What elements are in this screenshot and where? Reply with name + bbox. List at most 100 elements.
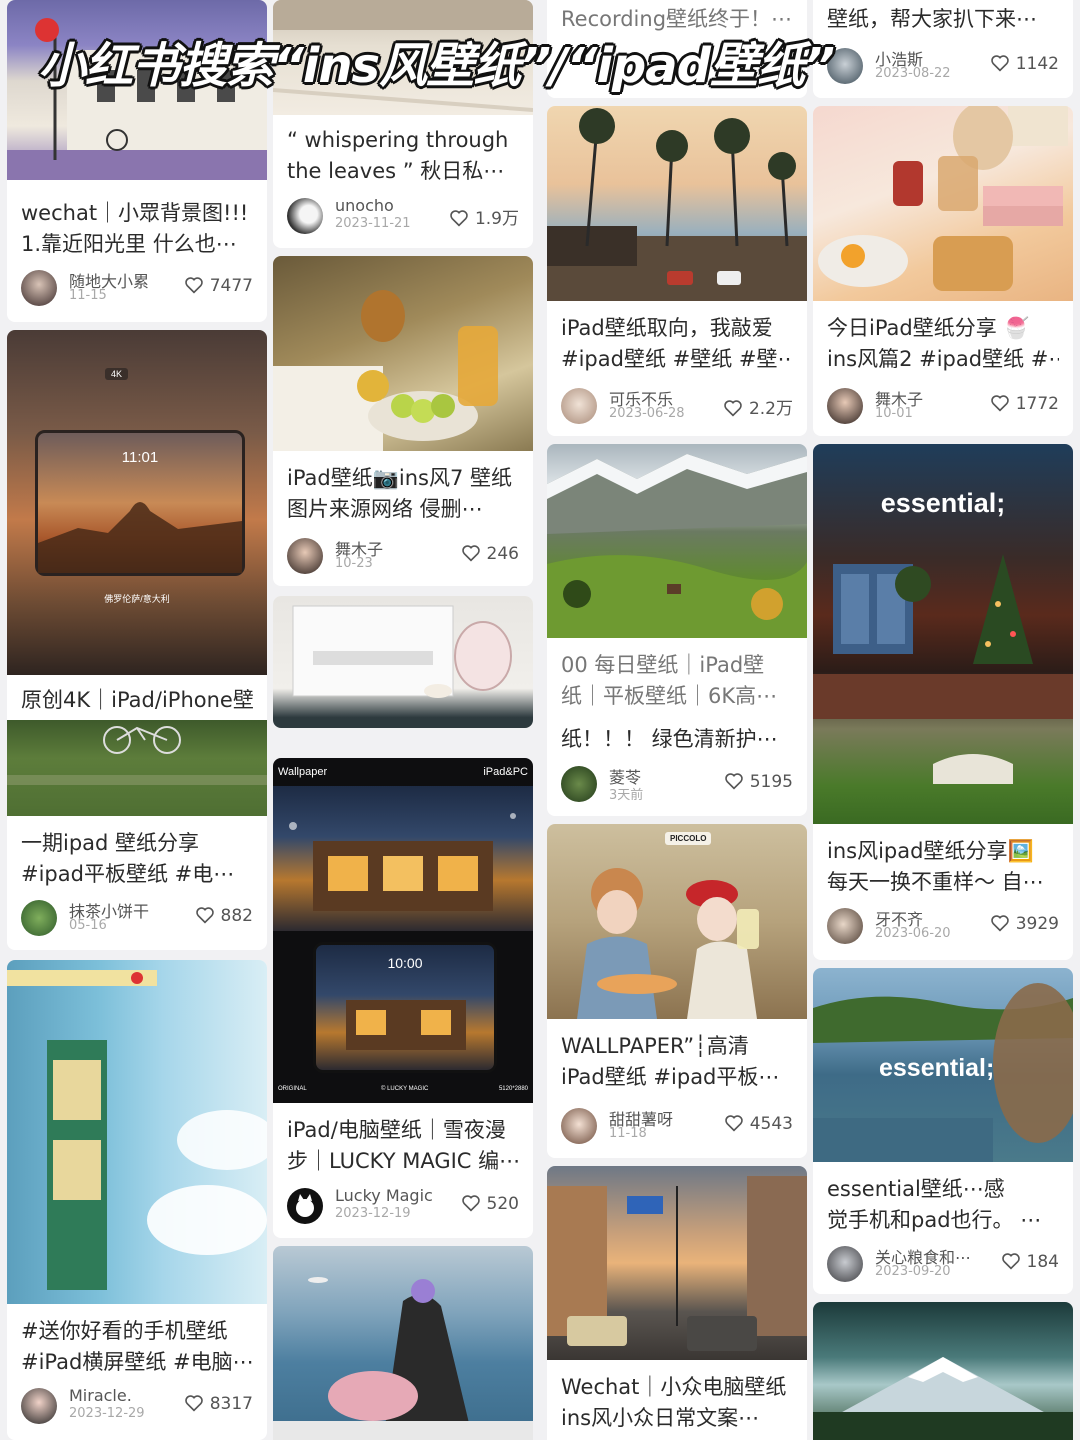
- note-cover-image[interactable]: [273, 256, 533, 451]
- like-count[interactable]: 7477: [184, 276, 253, 296]
- heart-icon[interactable]: [195, 906, 215, 924]
- note-card[interactable]: Wechat｜小众电脑壁纸 ins风小众日常文案⋯: [547, 1166, 807, 1440]
- heart-icon[interactable]: [449, 209, 469, 227]
- banner-title: 小红书搜索“ins风壁纸”/“ipad壁纸”: [38, 38, 835, 94]
- note-title: iPad壁纸取向，我敲爱: [561, 316, 773, 340]
- note-card[interactable]: iPad壁纸取向，我敲爱 #ipad壁纸 #壁纸 #壁⋯ 可乐不乐 2023-0…: [547, 106, 807, 436]
- note-cover-image[interactable]: essential;: [813, 444, 1073, 824]
- author-name[interactable]: Lucky Magic: [335, 1186, 433, 1205]
- note-cover-image[interactable]: [273, 596, 533, 728]
- avatar[interactable]: [827, 908, 863, 944]
- note-card[interactable]: essential; essential壁纸⋯感 觉手机和pad也行。 ⋯ 关心…: [813, 968, 1073, 1294]
- note-card[interactable]: [273, 1246, 533, 1440]
- avatar[interactable]: [287, 1188, 323, 1224]
- note-title: wechat｜小眾背景图!!!: [21, 201, 249, 225]
- resolution-badge: 4K: [105, 368, 129, 380]
- like-count[interactable]: 184: [1001, 1252, 1059, 1272]
- note-card[interactable]: [813, 1302, 1073, 1440]
- avatar[interactable]: [287, 198, 323, 234]
- note-cover-image[interactable]: Wallpaper iPad&PC 10:00 ORIGINAL © LUCKY…: [273, 758, 533, 1103]
- note-card[interactable]: iPad壁纸📷ins风7 壁纸 图片来源网络 侵删⋯ 舞木子 10-23 246: [273, 256, 533, 586]
- note-meta: 舞木子 10-23 246: [287, 536, 519, 576]
- note-meta: 牙不齐 2023-06-20 3929: [827, 906, 1059, 946]
- note-cover-image[interactable]: [547, 444, 807, 638]
- heart-icon[interactable]: [184, 1394, 204, 1412]
- like-count[interactable]: 8317: [184, 1394, 253, 1414]
- note-title: Wechat｜小众电脑壁纸: [561, 1375, 787, 1399]
- note-title: 今日iPad壁纸分享 🍧: [827, 316, 1030, 340]
- post-date: 2023-08-22: [875, 66, 951, 81]
- note-cover-image[interactable]: [547, 1166, 807, 1360]
- heart-icon[interactable]: [990, 54, 1010, 72]
- author-name[interactable]: Miracle.: [69, 1386, 132, 1405]
- note-title: iPad/电脑壁纸｜雪夜漫: [287, 1118, 506, 1142]
- note-card[interactable]: 今日iPad壁纸分享 🍧 ins风篇2 #ipad壁纸 #⋯ 舞木子 10-01…: [813, 106, 1073, 436]
- note-meta: 菱苓 3天前 5195: [561, 764, 793, 804]
- note-card[interactable]: Wallpaper iPad&PC 10:00 ORIGINAL © LUCKY…: [273, 758, 533, 1238]
- avatar[interactable]: [21, 1388, 57, 1424]
- heart-icon[interactable]: [724, 772, 744, 790]
- like-count[interactable]: 5195: [724, 772, 793, 792]
- note-cover-image[interactable]: essential;: [813, 968, 1073, 1162]
- note-title: iPad壁纸📷ins风7 壁纸: [287, 466, 513, 490]
- note-title-line2: #ipad平板壁纸 #电⋯: [21, 862, 235, 886]
- avatar[interactable]: [561, 1108, 597, 1144]
- like-count[interactable]: 4543: [724, 1114, 793, 1134]
- note-cover-image[interactable]: [547, 106, 807, 301]
- post-date: 2023-09-20: [875, 1264, 951, 1279]
- note-card[interactable]: #送你好看的手机壁纸 #iPad横屏壁纸 #电脑⋯ Miracle. 2023-…: [7, 960, 267, 1440]
- avatar[interactable]: [561, 388, 597, 424]
- like-count[interactable]: 2.2万: [723, 394, 793, 419]
- note-meta: 可乐不乐 2023-06-28 2.2万: [561, 386, 793, 426]
- avatar[interactable]: [287, 538, 323, 574]
- note-card[interactable]: essential; ins风ipad壁纸分享🖼️ 每天一换不重样～ 自⋯ 牙不…: [813, 444, 1073, 960]
- like-count[interactable]: 1.9万: [449, 204, 519, 229]
- heart-icon[interactable]: [461, 1194, 481, 1212]
- avatar[interactable]: [827, 388, 863, 424]
- note-title-line2: 每天一换不重样～ 自⋯: [827, 870, 1044, 894]
- heart-icon[interactable]: [1001, 1252, 1021, 1270]
- note-cover-image[interactable]: [813, 1302, 1073, 1440]
- like-count-value: 3929: [1015, 914, 1059, 934]
- like-count[interactable]: 246: [461, 544, 519, 564]
- author-name[interactable]: unocho: [335, 196, 394, 215]
- like-count[interactable]: 1142: [990, 54, 1059, 74]
- note-cover-image[interactable]: [273, 1246, 533, 1440]
- heart-icon[interactable]: [461, 544, 481, 562]
- tablet-mockup: 11:01: [35, 430, 245, 576]
- like-count[interactable]: 3929: [990, 914, 1059, 934]
- note-title: 壁纸，帮大家扒下来⋯: [827, 7, 1037, 31]
- avatar[interactable]: [21, 270, 57, 306]
- heart-icon[interactable]: [723, 399, 743, 417]
- avatar[interactable]: [561, 766, 597, 802]
- note-meta: 舞木子 10-01 1772: [827, 386, 1059, 426]
- avatar[interactable]: [827, 1246, 863, 1282]
- note-meta: 关心粮食和⋯ 2023-09-20 184: [827, 1244, 1059, 1284]
- heart-icon[interactable]: [990, 394, 1010, 412]
- note-card[interactable]: PICCOLO WALLPAPER”┆高清 iPad壁纸 #ipad平板⋯ 甜甜…: [547, 824, 807, 1158]
- like-count[interactable]: 882: [195, 906, 253, 926]
- note-card[interactable]: 00 每日壁纸｜iPad壁 纸｜平板壁纸｜6K高⋯ 纸！！！ 绿色清新护⋯ 菱苓…: [547, 444, 807, 816]
- heart-icon[interactable]: [724, 1114, 744, 1132]
- avatar[interactable]: [21, 900, 57, 936]
- like-count-value: 2.2万: [748, 399, 793, 419]
- post-date: 10-01: [875, 406, 913, 421]
- note-cover-image[interactable]: PICCOLO: [547, 824, 807, 1019]
- like-count-value: 7477: [209, 276, 253, 296]
- note-cover-image[interactable]: [813, 106, 1073, 301]
- note-card-footer[interactable]: 壁纸，帮大家扒下来⋯ 小浩斯 2023-08-22 1142: [813, 0, 1073, 98]
- note-cover-image[interactable]: [7, 960, 267, 1304]
- heart-icon[interactable]: [184, 276, 204, 294]
- like-count[interactable]: 520: [461, 1194, 519, 1214]
- note-meta: unocho 2023-11-21 1.9万: [287, 196, 519, 236]
- note-title-line2: 纸｜平板壁纸｜6K高⋯: [561, 684, 778, 708]
- note-card[interactable]: [273, 596, 533, 728]
- note-cover-image[interactable]: 4K 11:01 佛罗伦萨/意大利: [7, 330, 267, 675]
- caption-copyright: © LUCKY MAGIC: [381, 1086, 429, 1092]
- note-cover-image[interactable]: [7, 720, 267, 816]
- note-card-footer[interactable]: 一期ipad 壁纸分享 #ipad平板壁纸 #电⋯ 抹茶小饼干 05-16 88…: [7, 820, 267, 950]
- wallpaper-label: Wallpaper: [278, 766, 328, 778]
- heart-icon[interactable]: [990, 914, 1010, 932]
- like-count-value: 1772: [1015, 394, 1059, 414]
- like-count[interactable]: 1772: [990, 394, 1059, 414]
